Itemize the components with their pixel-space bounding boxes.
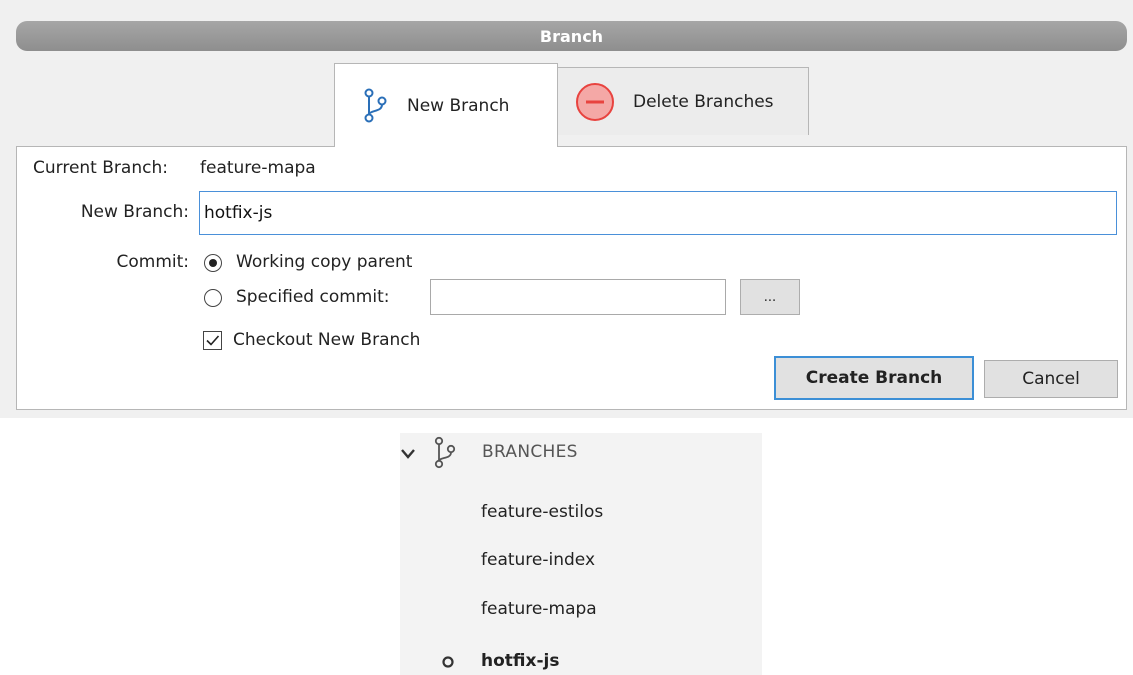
tab-delete-branches-label: Delete Branches (633, 91, 774, 112)
create-branch-button[interactable]: Create Branch (774, 356, 974, 400)
tab-delete-branches[interactable]: Delete Branches (557, 67, 809, 135)
chevron-down-icon[interactable] (400, 448, 416, 460)
branch-item-feature-estilos[interactable]: feature-estilos (481, 502, 603, 522)
dialog-title: Branch (539, 26, 604, 46)
branches-sidebar: BRANCHES feature-estilos feature-index f… (400, 433, 762, 675)
checkmark-icon (206, 335, 220, 346)
branches-header[interactable]: BRANCHES (482, 442, 578, 462)
branch-icon (434, 436, 456, 469)
checkout-new-branch-checkbox[interactable] (203, 331, 222, 350)
tab-new-branch[interactable]: New Branch (334, 63, 558, 147)
commit-label: Commit: (116, 252, 189, 272)
branch-item-feature-index[interactable]: feature-index (481, 550, 595, 570)
tab-new-branch-label: New Branch (407, 95, 510, 116)
specified-commit-label[interactable]: Specified commit: (236, 287, 389, 307)
dialog-title-bar: Branch (16, 21, 1127, 51)
cancel-button[interactable]: Cancel (984, 360, 1118, 398)
branch-item-feature-mapa[interactable]: feature-mapa (481, 599, 597, 619)
current-branch-icon (442, 656, 454, 668)
branch-item-hotfix-js[interactable]: hotfix-js (481, 651, 559, 671)
specified-commit-input[interactable] (430, 279, 726, 315)
checkout-new-branch-label[interactable]: Checkout New Branch (233, 330, 420, 350)
working-copy-parent-label[interactable]: Working copy parent (236, 252, 412, 272)
working-copy-parent-radio[interactable] (204, 254, 222, 272)
browse-commit-button[interactable]: ... (740, 279, 800, 315)
new-branch-panel: Current Branch: feature-mapa New Branch:… (16, 146, 1127, 410)
create-branch-button-label: Create Branch (805, 368, 943, 388)
cancel-button-label: Cancel (1022, 369, 1080, 389)
minus-circle-icon (576, 82, 614, 121)
current-branch-label: Current Branch: (33, 158, 168, 178)
current-branch-value: feature-mapa (200, 158, 316, 178)
new-branch-label: New Branch: (80, 202, 189, 222)
specified-commit-radio[interactable] (204, 289, 222, 307)
new-branch-input[interactable] (199, 191, 1117, 235)
branch-icon (364, 88, 387, 122)
browse-commit-button-label: ... (763, 289, 777, 305)
